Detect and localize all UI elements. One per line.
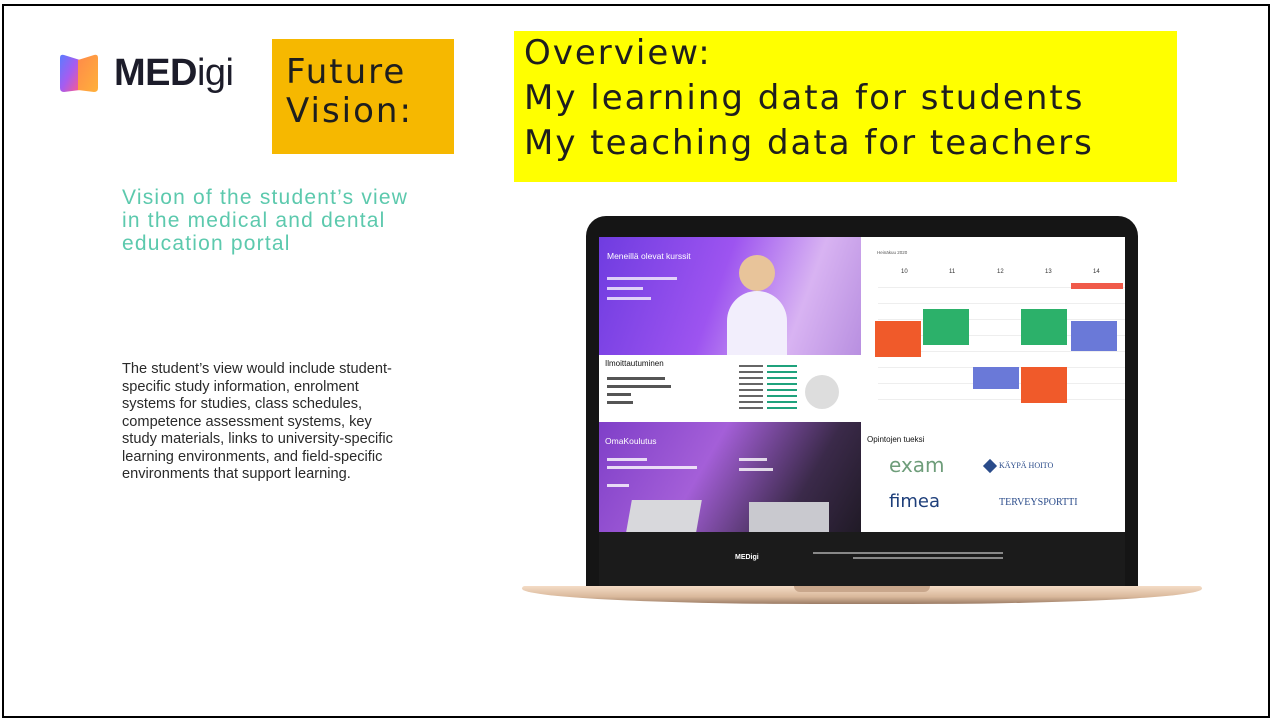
registration-link — [607, 401, 633, 404]
future-vision-line: Future — [286, 52, 407, 92]
calendar-gridline — [878, 319, 1125, 320]
person-photo — [739, 255, 775, 291]
calendar-gridline — [878, 303, 1125, 304]
laptop-mockup: Meneillä olevat kurssit Ilmoittautuminen… — [522, 216, 1202, 608]
laptop-photo — [749, 502, 829, 532]
registration-link — [607, 385, 671, 388]
exam-logo: exam — [889, 453, 945, 477]
registration-panel: Ilmoittautuminen — [599, 355, 861, 422]
footer-info — [813, 552, 1003, 559]
kaypa-hoito-icon — [982, 458, 998, 474]
description-line: study materials, links to university-spe… — [122, 431, 393, 447]
calendar-panel: Heinäkuu 2020 10 11 12 13 14 — [861, 237, 1125, 427]
course-link — [607, 297, 651, 300]
calendar-day: 11 — [949, 269, 956, 275]
fimea-logo: fimea — [889, 491, 940, 512]
medigi-logo: MEDigi — [54, 50, 234, 96]
overview-line: Overview: — [524, 33, 712, 73]
description-line: systems for studies, class schedules, — [122, 396, 363, 412]
calendar-event — [1021, 367, 1067, 403]
course-codes — [739, 365, 763, 413]
study-support-panel: Opintojen tueksi exam fimea KÄYPÄ HOITO … — [861, 427, 1125, 532]
vision-line: in the medical and dental — [122, 209, 386, 232]
oma-link — [739, 468, 773, 471]
calendar-event — [1071, 283, 1123, 289]
oma-link — [607, 466, 697, 469]
future-vision-line: Vision: — [286, 91, 413, 131]
calendar-day: 14 — [1093, 269, 1100, 275]
description-text: The student’s view would include student… — [122, 361, 452, 484]
calendar-gridline — [878, 399, 1125, 400]
vision-subtitle: Vision of the student’s view in the medi… — [122, 186, 408, 255]
laptop-photo — [626, 500, 702, 532]
calendar-event — [875, 321, 921, 357]
registration-link — [607, 377, 665, 380]
kaypa-hoito-logo: KÄYPÄ HOITO — [999, 461, 1054, 470]
terveysportti-logo: TERVEYSPORTTI — [999, 497, 1078, 508]
course-links — [767, 365, 797, 413]
portal-screenshot: Meneillä olevat kurssit Ilmoittautuminen… — [599, 237, 1125, 587]
oma-link — [607, 484, 629, 487]
oma-link — [739, 458, 767, 461]
calendar-day: 12 — [997, 269, 1004, 275]
footer-brand: MEDigi — [735, 554, 759, 561]
ongoing-courses-panel: Meneillä olevat kurssit — [599, 237, 861, 355]
overview-line: My learning data for students — [524, 78, 1085, 118]
course-link — [607, 287, 643, 290]
calendar-event — [923, 309, 969, 345]
laptop-notch — [794, 586, 930, 592]
calendar-month: Heinäkuu 2020 — [877, 250, 908, 255]
registration-title: Ilmoittautuminen — [605, 359, 664, 368]
description-line: specific study information, enrolment — [122, 378, 359, 395]
description-line: competence assessment systems, key — [122, 413, 372, 430]
ongoing-courses-title: Meneillä olevat kurssit — [607, 251, 691, 261]
overview-line: My teaching data for teachers — [524, 123, 1094, 163]
medigi-wordmark: MEDigi — [114, 51, 234, 94]
omakoulutus-panel: OmaKoulutus — [599, 422, 861, 532]
study-support-title: Opintojen tueksi — [867, 435, 925, 444]
description-line: learning environments, and field-specifi… — [122, 448, 383, 465]
registration-link — [607, 393, 631, 396]
course-link — [607, 277, 677, 280]
calendar-event — [1021, 309, 1067, 345]
person-photo — [727, 291, 787, 355]
description-line: The student’s view would include student… — [122, 361, 392, 377]
omakoulutus-title: OmaKoulutus — [605, 436, 657, 446]
calendar-day: 13 — [1045, 269, 1052, 275]
calendar-event — [1071, 321, 1117, 351]
oma-link — [607, 458, 647, 461]
medigi-logo-icon — [60, 54, 98, 92]
vision-line: Vision of the student’s view — [122, 186, 409, 209]
overview-heading: Overview: My learning data for students … — [514, 31, 1177, 182]
portal-footer: MEDigi — [599, 532, 1125, 587]
calendar-day: 10 — [901, 269, 908, 275]
description-line: environments that support learning. — [122, 466, 351, 482]
future-vision-label: Future Vision: — [272, 39, 454, 154]
vision-line: education portal — [122, 232, 291, 255]
slide: MEDigi Future Vision: Overview: My learn… — [2, 4, 1270, 718]
disc-image — [805, 375, 839, 409]
calendar-event — [973, 367, 1019, 389]
